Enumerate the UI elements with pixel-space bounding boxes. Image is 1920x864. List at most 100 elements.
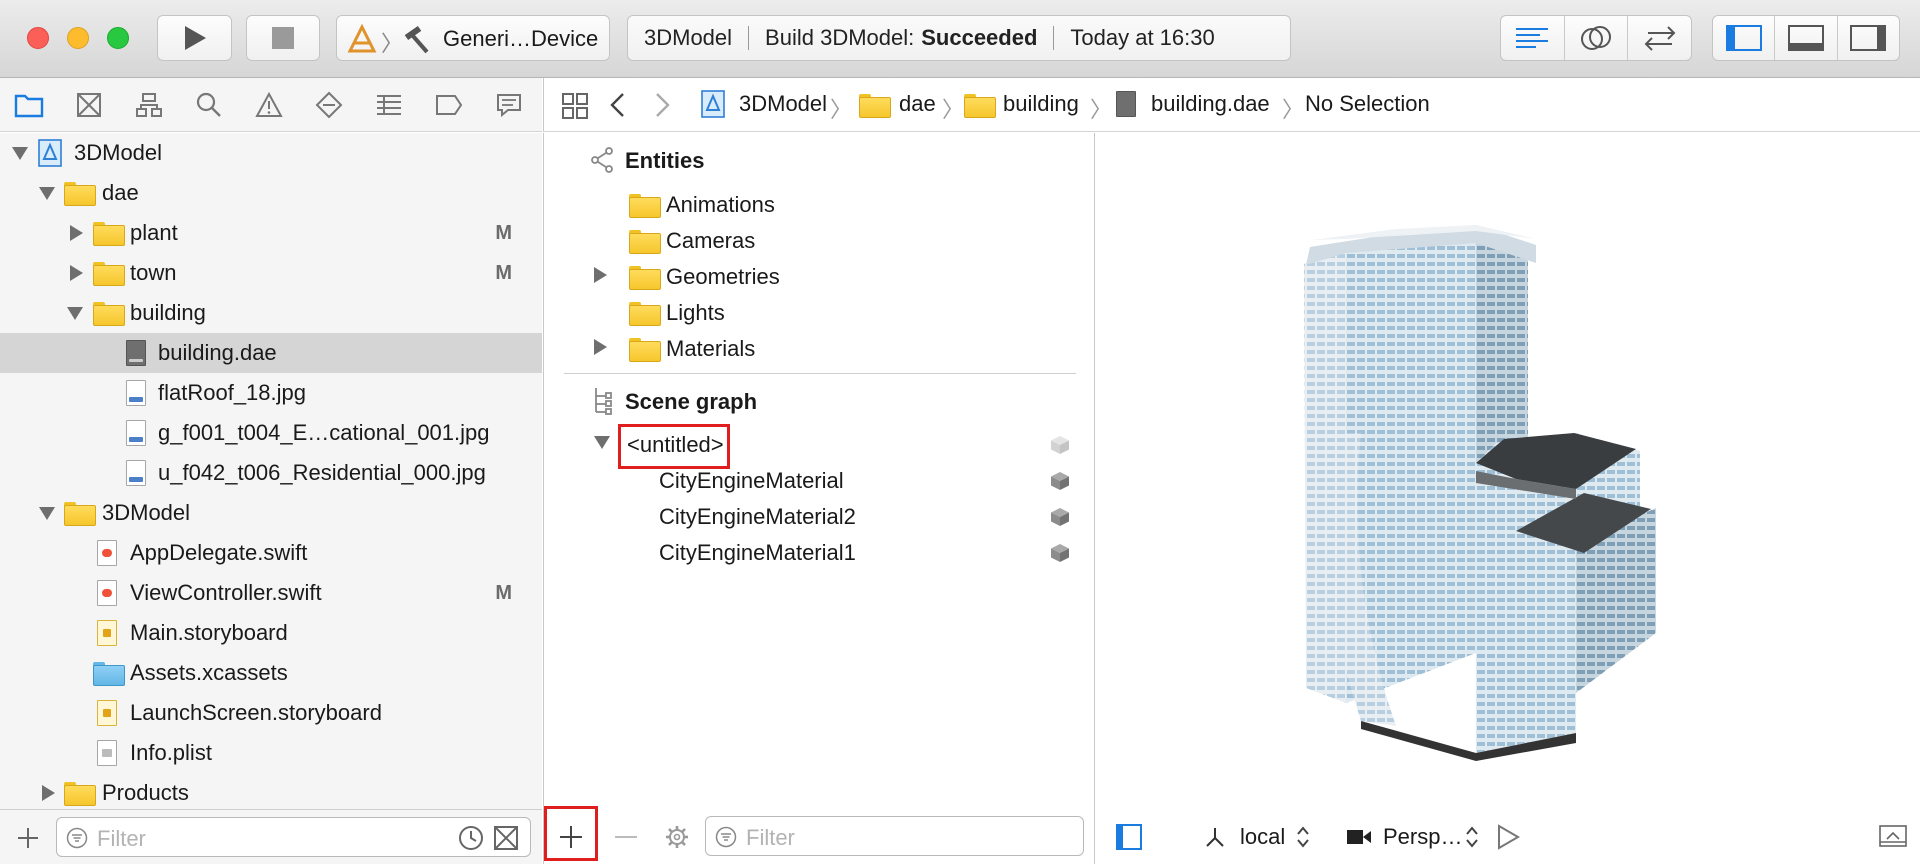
gear-icon[interactable] [664, 824, 690, 850]
scheme-selector[interactable]: 〉 Generi…Device [336, 15, 610, 61]
tree-row-file[interactable]: u_f042_t006_Residential_000.jpg [0, 453, 542, 493]
highlight-box [618, 424, 730, 469]
add-icon[interactable] [16, 826, 40, 850]
disclosure-collapsed-icon[interactable] [594, 339, 607, 355]
entity-lights[interactable]: Lights [666, 300, 725, 326]
modified-badge: M [495, 221, 512, 244]
breadcrumb-item[interactable]: 3DModel [739, 91, 827, 117]
status-divider [1053, 26, 1055, 50]
report-navigator-tab[interactable] [494, 90, 524, 120]
disclosure-expanded-icon[interactable] [39, 187, 55, 200]
tree-row-folder[interactable]: Assets.xcassets [0, 653, 542, 693]
folder-icon [93, 222, 125, 246]
source-control-filter-icon[interactable] [493, 825, 519, 851]
disclosure-collapsed-icon[interactable] [42, 785, 55, 801]
disclosure-collapsed-icon[interactable] [70, 225, 83, 241]
version-editor-button[interactable] [1628, 16, 1691, 60]
folder-icon [14, 94, 44, 118]
node-cube-icon [1051, 436, 1069, 454]
entity-animations[interactable]: Animations [666, 192, 775, 218]
remove-node-icon[interactable] [614, 835, 638, 839]
tree-row-folder[interactable]: 3DModel [0, 493, 542, 533]
building-3d-model [1304, 225, 1656, 761]
disclosure-expanded-icon[interactable] [12, 147, 28, 160]
disclosure-expanded-icon[interactable] [39, 507, 55, 520]
coordinate-space-popup[interactable]: local [1240, 824, 1285, 850]
scene-graph-outline: Entities Animations Cameras Geometries L… [543, 133, 1095, 809]
disclosure-expanded-icon[interactable] [67, 307, 83, 320]
toggle-debug-area-button[interactable] [1775, 16, 1838, 60]
toggle-inspector-button[interactable] [1838, 16, 1899, 60]
dae-file-icon [126, 340, 146, 366]
right-panel-icon [1850, 25, 1887, 51]
folder-icon [629, 266, 661, 290]
tree-row-project[interactable]: 3DModel [0, 133, 542, 173]
tree-row-file[interactable]: g_f001_t004_E…cational_001.jpg [0, 413, 542, 453]
run-button[interactable] [157, 15, 232, 61]
tree-item-label: dae [102, 180, 139, 205]
image-file-icon [126, 380, 146, 406]
scene-child-node[interactable]: CityEngineMaterial2 [659, 504, 856, 530]
debug-navigator-tab[interactable] [374, 90, 404, 120]
tree-row-folder[interactable]: dae [0, 173, 542, 213]
folder-icon [93, 302, 125, 326]
add-node-icon[interactable] [558, 824, 584, 850]
scene-child-node[interactable]: CityEngineMaterial1 [659, 540, 856, 566]
disclosure-collapsed-icon[interactable] [70, 265, 83, 281]
tree-row-file[interactable]: flatRoof_18.jpg [0, 373, 542, 413]
tree-row-file[interactable]: Info.plist [0, 733, 542, 773]
entity-cameras[interactable]: Cameras [666, 228, 755, 254]
tree-row-file[interactable]: AppDelegate.swift [0, 533, 542, 573]
toggle-navigator-button[interactable] [1713, 16, 1776, 60]
assistant-editor-button[interactable] [1565, 16, 1629, 60]
tree-row-folder[interactable]: building [0, 293, 542, 333]
breakpoint-navigator-tab[interactable] [434, 90, 464, 120]
entity-geometries[interactable]: Geometries [666, 264, 780, 290]
project-file-icon [701, 90, 725, 118]
source-control-navigator-tab[interactable] [74, 90, 104, 120]
project-navigator-tab[interactable] [14, 90, 44, 120]
scene-child-node[interactable]: CityEngineMaterial [659, 468, 844, 494]
symbol-navigator-tab[interactable] [134, 90, 164, 120]
minimize-window-button[interactable] [67, 27, 89, 49]
folder-icon [629, 302, 661, 326]
disclosure-expanded-icon[interactable] [594, 436, 610, 449]
disclosure-collapsed-icon[interactable] [594, 267, 607, 283]
toggle-outline-icon[interactable] [1116, 824, 1142, 850]
close-window-button[interactable] [27, 27, 49, 49]
recent-files-clock-icon[interactable] [458, 825, 484, 851]
scene-viewport[interactable] [1096, 133, 1920, 809]
standard-editor-button[interactable] [1501, 16, 1565, 60]
camera-popup[interactable]: Persp… [1383, 824, 1462, 850]
find-navigator-tab[interactable] [194, 90, 224, 120]
tree-row-file-selected[interactable]: building.dae [0, 333, 542, 373]
back-chevron-icon[interactable] [608, 92, 628, 118]
toggle-inspector-panel-icon[interactable] [1879, 825, 1907, 847]
breadcrumb-item[interactable]: building [1003, 91, 1079, 117]
source-control-icon [77, 93, 101, 117]
tree-row-folder[interactable]: plant M [0, 213, 542, 253]
folder-icon [629, 194, 661, 218]
test-navigator-tab[interactable] [314, 90, 344, 120]
play-animation-icon[interactable] [1496, 824, 1520, 850]
breadcrumb-item[interactable]: No Selection [1305, 91, 1430, 117]
breadcrumb-item[interactable]: dae [899, 91, 936, 117]
status-time: Today at 16:30 [1070, 25, 1215, 50]
forward-chevron-icon[interactable] [652, 92, 672, 118]
tree-row-file[interactable]: Main.storyboard [0, 613, 542, 653]
issue-navigator-tab[interactable] [254, 90, 284, 120]
tree-row-file[interactable]: ViewController.swift M [0, 573, 542, 613]
stop-button[interactable] [246, 15, 320, 61]
navigator-filter-field[interactable]: Filter [56, 817, 531, 857]
zoom-window-button[interactable] [107, 27, 129, 49]
entities-share-icon [591, 147, 613, 173]
hammer-icon [404, 25, 429, 54]
tree-item-label: ViewController.swift [130, 580, 322, 605]
tree-row-folder[interactable]: Products [0, 773, 542, 809]
related-items-grid-icon[interactable] [561, 92, 589, 120]
entity-materials[interactable]: Materials [666, 336, 755, 362]
breadcrumb-item[interactable]: building.dae [1151, 91, 1270, 117]
scene-filter-field[interactable]: Filter [705, 816, 1084, 856]
tree-row-file[interactable]: LaunchScreen.storyboard [0, 693, 542, 733]
tree-row-folder[interactable]: town M [0, 253, 542, 293]
